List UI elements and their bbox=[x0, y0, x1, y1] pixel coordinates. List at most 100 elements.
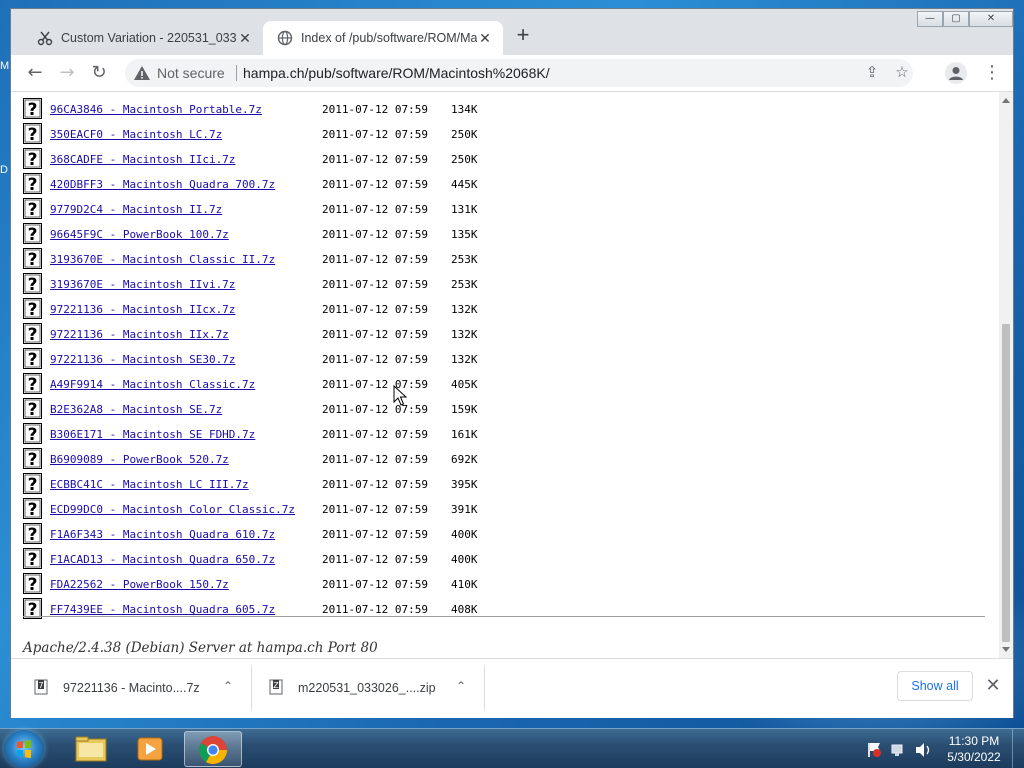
file-link[interactable]: 350EACF0 - Macintosh LC.7z bbox=[50, 128, 222, 141]
file-date: 2011-07-12 07:59 bbox=[322, 528, 428, 541]
file-size: 161K bbox=[451, 428, 478, 441]
file-date: 2011-07-12 07:59 bbox=[322, 178, 428, 191]
file-link[interactable]: 97221136 - Macintosh SE30.7z bbox=[50, 353, 235, 366]
file-link[interactable]: 3193670E - Macintosh IIvi.7z bbox=[50, 278, 235, 291]
file-row: ? 420DBFF3 - Macintosh Quadra 700.7z 2011-… bbox=[23, 173, 983, 198]
svg-text:?: ? bbox=[28, 125, 38, 145]
forward-arrow-icon[interactable]: → bbox=[55, 61, 79, 85]
file-size: 253K bbox=[451, 253, 478, 266]
taskbar-explorer[interactable] bbox=[62, 731, 120, 767]
unknown-file-icon: ? bbox=[23, 423, 43, 445]
page-content: ? 96CA3846 - Macintosh Portable.7z 2011-07… bbox=[11, 92, 999, 658]
file-link[interactable]: F1A6F343 - Macintosh Quadra 610.7z bbox=[50, 528, 275, 541]
unknown-file-icon: ? bbox=[23, 498, 43, 520]
show-all-button[interactable]: Show all bbox=[897, 671, 973, 701]
chevron-up-icon[interactable]: ⌃ bbox=[454, 679, 468, 693]
horizontal-rule bbox=[23, 616, 985, 617]
download-shelf: 7 97221136 - Macinto....7z ⌃ Z m220531_0… bbox=[11, 658, 1013, 718]
file-link[interactable]: 368CADFE - Macintosh IIci.7z bbox=[50, 153, 235, 166]
share-icon[interactable]: ⇪ bbox=[861, 63, 883, 83]
svg-text:?: ? bbox=[28, 450, 38, 470]
media-player-icon bbox=[137, 737, 163, 761]
file-link[interactable]: 96CA3846 - Macintosh Portable.7z bbox=[50, 103, 262, 116]
svg-text:7: 7 bbox=[38, 681, 43, 690]
file-link[interactable]: B6909089 - PowerBook 520.7z bbox=[50, 453, 229, 466]
url-text[interactable]: hampa.ch/pub/software/ROM/Macintosh%2068… bbox=[243, 65, 550, 81]
new-tab-button[interactable]: + bbox=[511, 23, 535, 47]
network-icon[interactable] bbox=[891, 744, 903, 756]
minimize-button[interactable]: — bbox=[917, 11, 943, 27]
file-date: 2011-07-12 07:59 bbox=[322, 503, 428, 516]
taskbar-media-player[interactable] bbox=[122, 731, 180, 767]
action-center-flag-icon[interactable] bbox=[868, 743, 881, 757]
file-date: 2011-07-12 07:59 bbox=[322, 478, 428, 491]
clock-date: 5/30/2022 bbox=[947, 750, 1001, 764]
profile-avatar-icon[interactable] bbox=[945, 62, 967, 84]
file-link[interactable]: FF7439EE - Macintosh Quadra 605.7z bbox=[50, 603, 275, 616]
svg-text:?: ? bbox=[28, 375, 38, 395]
file-link[interactable]: B2E362A8 - Macintosh SE.7z bbox=[50, 403, 222, 416]
file-link[interactable]: FDA22562 - PowerBook 150.7z bbox=[50, 578, 229, 591]
download-item[interactable]: Z m220531_033026_....zip ⌃ bbox=[246, 659, 486, 717]
file-link[interactable]: B306E171 - Macintosh SE FDHD.7z bbox=[50, 428, 255, 441]
svg-text:?: ? bbox=[28, 500, 38, 520]
file-link[interactable]: 420DBFF3 - Macintosh Quadra 700.7z bbox=[50, 178, 275, 191]
file-date: 2011-07-12 07:59 bbox=[322, 603, 428, 616]
download-item[interactable]: 7 97221136 - Macinto....7z ⌃ bbox=[11, 659, 251, 717]
file-date: 2011-07-12 07:59 bbox=[322, 303, 428, 316]
not-secure-label[interactable]: Not secure bbox=[157, 65, 225, 81]
scroll-up-arrow-icon[interactable] bbox=[1002, 98, 1010, 103]
file-date: 2011-07-12 07:59 bbox=[322, 553, 428, 566]
file-link[interactable]: F1ACAD13 - Macintosh Quadra 650.7z bbox=[50, 553, 275, 566]
show-desktop-button[interactable] bbox=[1012, 729, 1024, 768]
unknown-file-icon: ? bbox=[23, 348, 43, 370]
unknown-file-icon: ? bbox=[23, 573, 43, 595]
file-link[interactable]: ECBBC41C - Macintosh LC III.7z bbox=[50, 478, 249, 491]
vertical-scrollbar[interactable] bbox=[999, 92, 1013, 658]
file-link[interactable]: 3193670E - Macintosh Classic II.7z bbox=[50, 253, 275, 266]
menu-kebab-icon[interactable]: ⋮ bbox=[983, 61, 1001, 85]
volume-icon[interactable] bbox=[916, 743, 930, 757]
unknown-file-icon: ? bbox=[23, 173, 43, 195]
file-link[interactable]: 96645F9C - PowerBook 100.7z bbox=[50, 228, 229, 241]
file-size: 405K bbox=[451, 378, 478, 391]
file-link[interactable]: 97221136 - Macintosh IIcx.7z bbox=[50, 303, 235, 316]
file-size: 134K bbox=[451, 103, 478, 116]
chevron-up-icon[interactable]: ⌃ bbox=[221, 679, 235, 693]
file-size: 400K bbox=[451, 553, 478, 566]
archive-file-icon: 7 bbox=[34, 679, 48, 695]
window-close-button[interactable]: ✕ bbox=[969, 11, 1013, 27]
close-icon[interactable]: ✕ bbox=[237, 30, 253, 47]
tab-index-of-rom[interactable]: Index of /pub/software/ROM/Ma... ✕ bbox=[263, 21, 503, 55]
svg-text:?: ? bbox=[28, 575, 38, 595]
back-arrow-icon[interactable]: ← bbox=[23, 61, 47, 85]
tab-custom-variation[interactable]: Custom Variation - 220531_0330... ✕ bbox=[23, 21, 263, 55]
scrollbar-thumb[interactable] bbox=[1002, 324, 1010, 642]
reload-icon[interactable]: ↻ bbox=[87, 61, 111, 85]
taskbar-chrome[interactable] bbox=[184, 731, 242, 767]
scroll-down-arrow-icon[interactable] bbox=[1002, 647, 1010, 652]
start-button[interactable] bbox=[4, 730, 44, 768]
svg-text:?: ? bbox=[28, 400, 38, 420]
bookmark-star-icon[interactable]: ☆ bbox=[891, 63, 913, 83]
file-link[interactable]: 9779D2C4 - Macintosh II.7z bbox=[50, 203, 222, 216]
file-size: 410K bbox=[451, 578, 478, 591]
unknown-file-icon: ? bbox=[23, 123, 43, 145]
close-icon[interactable]: ✕ bbox=[477, 30, 493, 47]
file-row: ? 97221136 - Macintosh IIx.7z 2011-07-12 0… bbox=[23, 323, 983, 348]
svg-text:?: ? bbox=[28, 550, 38, 570]
address-bar[interactable]: Not secure hampa.ch/pub/software/ROM/Mac… bbox=[125, 59, 913, 87]
maximize-button[interactable]: ▢ bbox=[943, 11, 969, 27]
file-size: 132K bbox=[451, 353, 478, 366]
archive-file-icon: Z bbox=[269, 679, 283, 695]
taskbar: 11:30 PM 5/30/2022 bbox=[0, 728, 1024, 768]
close-icon[interactable]: ✕ bbox=[983, 675, 1003, 695]
taskbar-clock[interactable]: 11:30 PM 5/30/2022 bbox=[944, 733, 1004, 765]
file-link[interactable]: ECD99DC0 - Macintosh Color Classic.7z bbox=[50, 503, 295, 516]
file-link[interactable]: A49F9914 - Macintosh Classic.7z bbox=[50, 378, 255, 391]
file-size: 445K bbox=[451, 178, 478, 191]
download-filename: m220531_033026_....zip bbox=[298, 681, 436, 695]
unknown-file-icon: ? bbox=[23, 373, 43, 395]
file-link[interactable]: 97221136 - Macintosh IIx.7z bbox=[50, 328, 229, 341]
warning-triangle-icon[interactable] bbox=[133, 64, 151, 82]
